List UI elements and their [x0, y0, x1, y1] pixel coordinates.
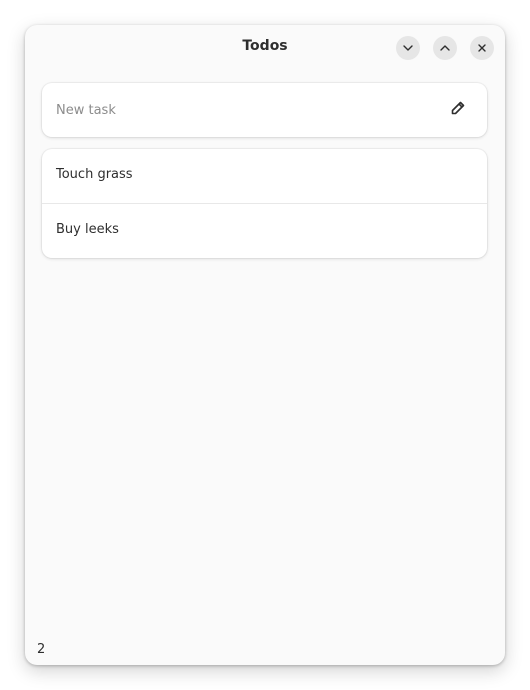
task-row[interactable]: Buy leeks [42, 204, 487, 258]
task-label: Buy leeks [56, 222, 119, 237]
task-label: Touch grass [56, 167, 133, 182]
title-bar[interactable]: Todos [25, 25, 505, 71]
new-task-entry [42, 83, 487, 137]
close-button[interactable] [470, 36, 494, 60]
app-window: Todos New task Touch grass Buy leeks 2 [25, 25, 505, 665]
task-list: Touch grass Buy leeks [42, 149, 487, 258]
minimize-button[interactable] [396, 36, 420, 60]
task-row[interactable]: Touch grass [42, 149, 487, 204]
edit-button[interactable] [449, 101, 467, 119]
chevron-down-icon [402, 42, 414, 54]
maximize-button[interactable] [433, 36, 457, 60]
new-task-input[interactable] [56, 83, 426, 137]
pencil-icon [450, 100, 466, 120]
task-count: 2 [37, 642, 46, 657]
chevron-up-icon [439, 42, 451, 54]
close-icon [476, 42, 488, 54]
